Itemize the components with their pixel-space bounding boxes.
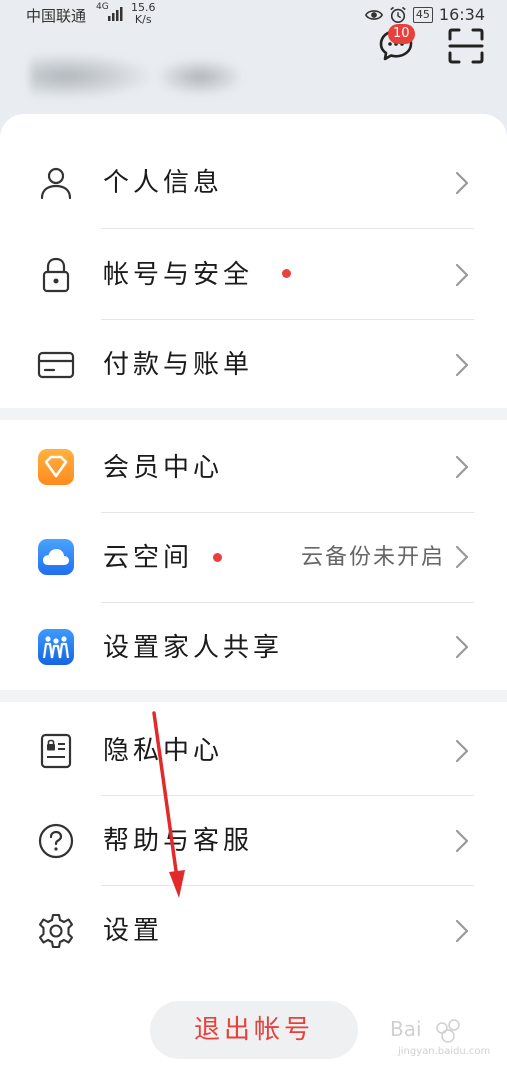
chevron-right-icon: [455, 829, 469, 853]
menu-item-privacy-center[interactable]: 隐私中心: [0, 706, 507, 796]
notification-dot: [213, 553, 222, 562]
menu-item-label: 帐号与安全: [103, 260, 254, 290]
signal-icon: [108, 7, 123, 21]
speed-unit: K/s: [134, 13, 152, 26]
notification-dot: [282, 269, 291, 278]
battery-indicator: 45: [412, 6, 433, 23]
menu-item-help-support[interactable]: 帮助与客服: [0, 796, 507, 886]
menu-item-member-center[interactable]: 会员中心: [0, 423, 507, 513]
carrier-label: 中国联通: [26, 7, 87, 25]
menu-item-cloud-space[interactable]: 云空间 云备份未开启: [0, 513, 507, 603]
watermark-logo: Bai jingyan.baidu.com: [390, 1017, 490, 1057]
clock: 16:34: [438, 5, 485, 24]
chevron-right-icon: [455, 635, 469, 659]
message-badge: 10: [388, 24, 415, 44]
member-diamond-icon: [38, 449, 74, 485]
menu-item-label: 设置家人共享: [103, 633, 284, 663]
account-header: [0, 32, 507, 117]
menu-item-label: 帮助与客服: [103, 826, 254, 856]
watermark-brand: Bai: [390, 1017, 422, 1041]
chevron-right-icon: [455, 455, 469, 479]
menu-item-label: 设置: [103, 916, 164, 946]
lock-icon: [42, 257, 70, 293]
chevron-right-icon: [455, 739, 469, 763]
network-speed: 15.6 K/s: [131, 2, 156, 26]
status-bar: 中国联通 4G 15.6 K/s 45 16:34: [0, 0, 507, 32]
menu-item-account-security[interactable]: 帐号与安全: [0, 229, 507, 319]
cloud-icon: [38, 539, 74, 575]
chevron-right-icon: [455, 263, 469, 287]
menu-item-personal-info[interactable]: 个人信息: [0, 138, 507, 228]
card-icon: [37, 351, 75, 379]
menu-item-label: 云空间: [103, 543, 194, 573]
chevron-right-icon: [455, 919, 469, 943]
watermark-url: jingyan.baidu.com: [397, 1046, 490, 1057]
avatar[interactable]: [30, 54, 150, 98]
scan-icon[interactable]: [447, 27, 485, 65]
menu-item-family-share[interactable]: 设置家人共享: [0, 603, 507, 693]
menu-item-payment-billing[interactable]: 付款与账单: [0, 320, 507, 410]
chevron-right-icon: [455, 353, 469, 377]
network-type: 4G: [96, 2, 109, 12]
chevron-right-icon: [455, 545, 469, 569]
menu-item-label: 隐私中心: [103, 736, 224, 766]
account-name-blurred: [160, 60, 240, 94]
eye-icon: [364, 9, 383, 20]
privacy-icon: [40, 733, 72, 769]
menu-item-label: 个人信息: [103, 168, 224, 198]
menu-item-label: 付款与账单: [103, 350, 254, 380]
chevron-right-icon: [455, 171, 469, 195]
menu-item-label: 会员中心: [103, 453, 224, 483]
alarm-icon: [390, 6, 406, 23]
gear-icon: [38, 913, 74, 949]
family-share-icon: [38, 629, 74, 665]
cloud-backup-status: 云备份未开启: [300, 545, 445, 570]
person-icon: [40, 167, 72, 200]
help-icon: [38, 823, 74, 859]
logout-button[interactable]: 退出帐号: [150, 1001, 358, 1059]
menu-item-settings[interactable]: 设置: [0, 886, 507, 976]
